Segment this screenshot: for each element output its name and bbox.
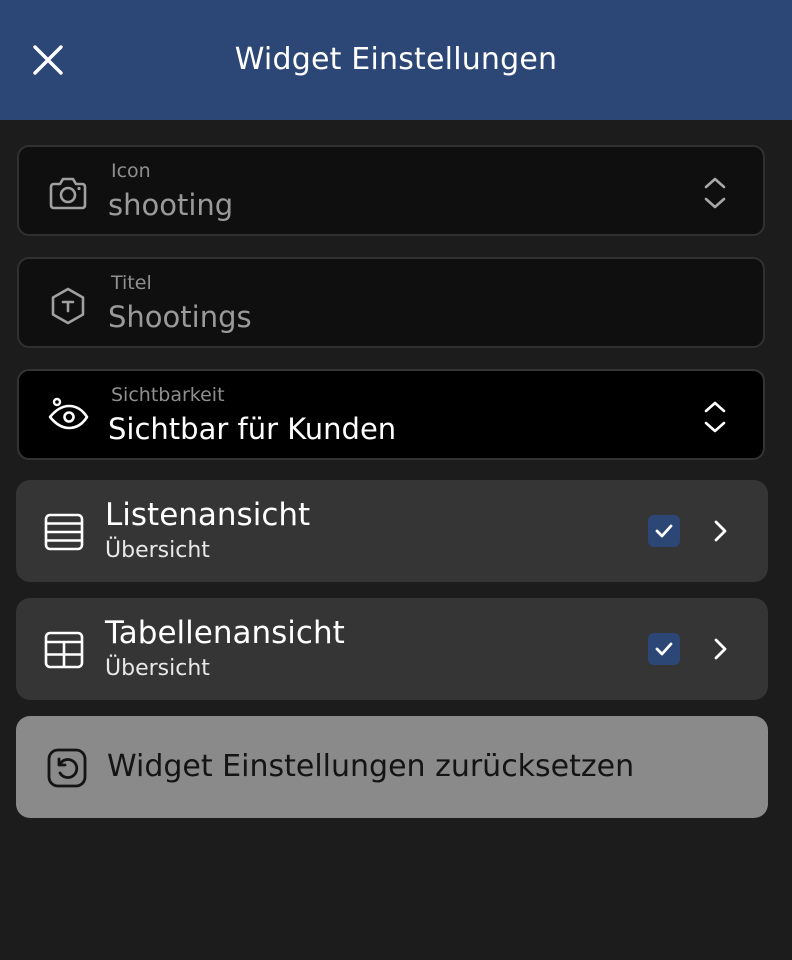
reset-icon bbox=[47, 748, 87, 788]
reset-settings-button[interactable]: Widget Einstellungen zurücksetzen bbox=[16, 716, 768, 818]
visibility-field-label: Sichtbarkeit bbox=[111, 384, 225, 406]
table-view-card[interactable]: Tabellenansicht Übersicht bbox=[16, 598, 768, 700]
title-field-label: Titel bbox=[111, 272, 152, 294]
title-field-value: Shootings bbox=[108, 300, 252, 334]
table-view-subtitle: Übersicht bbox=[105, 656, 210, 681]
page-title: Widget Einstellungen bbox=[234, 42, 558, 77]
title-input-field[interactable]: Titel Shootings bbox=[17, 257, 765, 348]
chevron-right-icon[interactable] bbox=[706, 634, 734, 664]
list-view-checkbox[interactable] bbox=[648, 515, 680, 547]
table-view-icon bbox=[44, 631, 84, 669]
icon-field-label: Icon bbox=[111, 160, 151, 182]
list-view-title: Listenansicht bbox=[105, 497, 311, 533]
checkmark-icon bbox=[655, 524, 673, 538]
checkmark-icon bbox=[655, 642, 673, 656]
icon-field-value: shooting bbox=[108, 188, 234, 222]
table-view-title: Tabellenansicht bbox=[105, 615, 345, 651]
chevron-up-down-icon bbox=[704, 401, 726, 433]
text-hexagon-icon bbox=[51, 287, 85, 325]
chevron-right-icon[interactable] bbox=[706, 516, 734, 546]
visibility-select-field[interactable]: Sichtbarkeit Sichtbar für Kunden bbox=[17, 369, 765, 460]
visibility-icon bbox=[48, 397, 89, 430]
chevron-up-down-icon bbox=[704, 177, 726, 209]
visibility-field-value: Sichtbar für Kunden bbox=[108, 412, 397, 446]
icon-select-field[interactable]: Icon shooting bbox=[17, 145, 765, 236]
list-view-subtitle: Übersicht bbox=[105, 538, 210, 563]
reset-settings-label: Widget Einstellungen zurücksetzen bbox=[107, 749, 635, 784]
header-bar: Widget Einstellungen bbox=[0, 0, 792, 120]
list-view-icon bbox=[44, 513, 84, 551]
table-view-checkbox[interactable] bbox=[648, 633, 680, 665]
list-view-card[interactable]: Listenansicht Übersicht bbox=[16, 480, 768, 582]
camera-icon bbox=[49, 177, 87, 210]
